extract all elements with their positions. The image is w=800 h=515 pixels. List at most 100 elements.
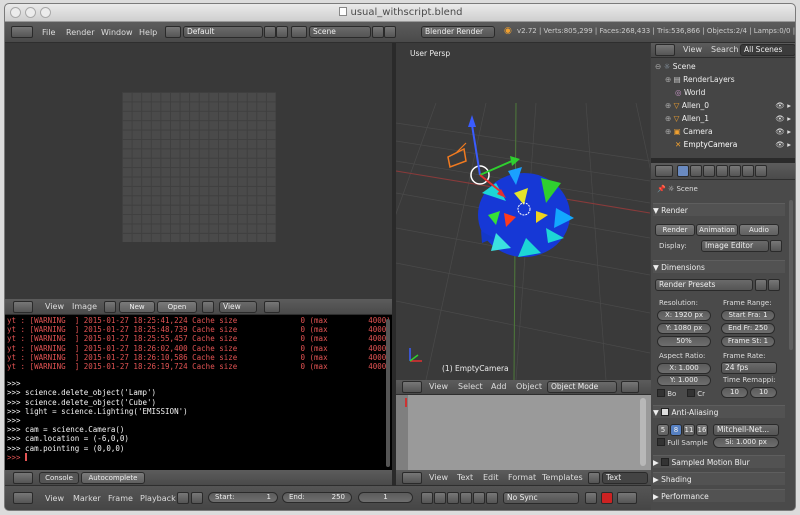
menu-3d-view[interactable]: View bbox=[429, 380, 448, 394]
menu-window[interactable]: Window bbox=[101, 25, 133, 41]
visibility-icon[interactable]: 👁 ▸ bbox=[775, 99, 791, 112]
timeline-range-icon[interactable] bbox=[191, 492, 203, 504]
shading-panel-header[interactable]: ▶ Shading bbox=[653, 472, 785, 485]
layout-add-icon[interactable] bbox=[264, 26, 276, 38]
visibility-icon[interactable]: 👁 ▸ bbox=[775, 138, 791, 151]
console-scrollbar[interactable] bbox=[386, 319, 390, 467]
record-icon[interactable] bbox=[601, 492, 613, 504]
text-editor[interactable] bbox=[396, 395, 651, 470]
end-frame-field[interactable]: End: 250 bbox=[282, 492, 352, 503]
editor-type-info-icon[interactable] bbox=[11, 26, 33, 38]
timeline-lock-icon[interactable] bbox=[177, 492, 189, 504]
data-tab-icon[interactable] bbox=[755, 165, 767, 177]
image-browse-icon[interactable] bbox=[104, 301, 116, 313]
jump-start-icon[interactable] bbox=[421, 492, 433, 504]
console-prompt[interactable]: >>> bbox=[5, 452, 392, 462]
remap-old-field[interactable]: 10 bbox=[721, 387, 748, 398]
filter-size-field[interactable]: Si: 1.000 px bbox=[713, 437, 779, 448]
menu-templates[interactable]: Templates bbox=[542, 470, 583, 486]
mode-select[interactable]: Object Mode bbox=[547, 381, 617, 393]
remap-new-field[interactable]: 10 bbox=[750, 387, 777, 398]
editor-type-properties-icon[interactable] bbox=[655, 165, 673, 177]
frame-rate-select[interactable]: 24 fps bbox=[721, 362, 777, 374]
aa-samples-16[interactable]: 16 bbox=[696, 424, 708, 436]
start-frame-field[interactable]: Start Fra: 1 bbox=[721, 310, 775, 321]
render-engine-select[interactable]: Blender Render bbox=[421, 26, 495, 38]
menu-timeline-view[interactable]: View bbox=[45, 491, 64, 507]
sync-mode-select[interactable]: No Sync bbox=[503, 492, 579, 504]
keyframe-type-icon[interactable] bbox=[585, 492, 597, 504]
menu-format[interactable]: Format bbox=[508, 470, 536, 486]
audio-button[interactable]: Audio bbox=[739, 224, 779, 236]
menu-render[interactable]: Render bbox=[66, 25, 94, 41]
performance-panel-header[interactable]: ▶ Performance bbox=[653, 489, 785, 502]
full-sample-checkbox[interactable]: Full Sample bbox=[657, 438, 708, 448]
outliner-item-scene[interactable]: ⊖ ☼ Scene bbox=[655, 60, 795, 73]
jump-next-keyframe-icon[interactable] bbox=[473, 492, 485, 504]
outliner-item-allen0[interactable]: ⊕ ▽ Allen_0 👁 ▸ bbox=[665, 99, 795, 112]
animation-button[interactable]: Animation bbox=[696, 224, 738, 236]
menu-playback[interactable]: Playback bbox=[140, 491, 176, 507]
text-scrollbar[interactable] bbox=[640, 398, 646, 466]
scene-tab-icon[interactable] bbox=[703, 165, 715, 177]
new-image-button[interactable]: New bbox=[119, 301, 155, 313]
aspect-x-field[interactable]: X: 1.000 bbox=[657, 363, 711, 374]
scene-icon[interactable] bbox=[291, 26, 307, 38]
jump-prev-keyframe-icon[interactable] bbox=[434, 492, 446, 504]
anti-aliasing-panel-header[interactable]: ▼ Anti-Aliasing bbox=[653, 405, 785, 418]
menu-help[interactable]: Help bbox=[139, 25, 157, 41]
world-tab-icon[interactable] bbox=[716, 165, 728, 177]
constraints-tab-icon[interactable] bbox=[742, 165, 754, 177]
preset-add-icon[interactable] bbox=[755, 279, 767, 291]
pin-icon[interactable]: 📌 bbox=[657, 185, 668, 193]
editor-type-console-icon[interactable] bbox=[13, 472, 33, 484]
outliner-item-emptycamera[interactable]: ✕ EmptyCamera 👁 ▸ bbox=[675, 138, 795, 151]
crop-checkbox[interactable]: Cr bbox=[687, 389, 705, 399]
layout-close-icon[interactable] bbox=[276, 26, 288, 38]
outliner-item-allen1[interactable]: ⊕ ▽ Allen_1 👁 ▸ bbox=[665, 112, 795, 125]
display-toggle-icon[interactable] bbox=[770, 240, 782, 252]
resolution-percent-field[interactable]: 50% bbox=[657, 336, 711, 347]
menu-add[interactable]: Add bbox=[491, 380, 507, 394]
editor-type-text-icon[interactable] bbox=[402, 472, 422, 484]
current-frame-field[interactable]: 1 bbox=[358, 492, 413, 503]
visibility-icon[interactable]: 👁 ▸ bbox=[775, 112, 791, 125]
viewport-shading-icon[interactable] bbox=[621, 381, 639, 393]
outliner-item-camera[interactable]: ⊕ ▣ Camera 👁 ▸ bbox=[665, 125, 795, 138]
text-browse-icon[interactable] bbox=[588, 472, 600, 484]
menu-search[interactable]: Search bbox=[711, 43, 738, 57]
motion-blur-panel-header[interactable]: ▶ Sampled Motion Blur bbox=[653, 455, 785, 468]
menu-frame[interactable]: Frame bbox=[108, 491, 133, 507]
text-datablock[interactable]: Text bbox=[602, 472, 648, 484]
outliner-item-world[interactable]: ◎ World bbox=[675, 86, 795, 99]
render-button[interactable]: Render bbox=[655, 224, 695, 236]
display-mode-select[interactable]: All Scenes bbox=[740, 44, 795, 56]
start-frame-field[interactable]: Start: 1 bbox=[208, 492, 278, 503]
aa-samples-5[interactable]: 5 bbox=[657, 424, 669, 436]
image-editor-canvas[interactable] bbox=[5, 43, 392, 299]
aa-samples-8[interactable]: 8 bbox=[670, 424, 682, 436]
menu-text[interactable]: Text bbox=[457, 470, 473, 486]
end-frame-field[interactable]: End Fr: 250 bbox=[721, 323, 775, 334]
dimensions-panel-header[interactable]: ▼ Dimensions bbox=[653, 260, 785, 273]
visibility-icon[interactable]: 👁 ▸ bbox=[775, 125, 791, 138]
editor-type-timeline-icon[interactable] bbox=[13, 492, 33, 504]
scene-select[interactable]: Scene bbox=[309, 26, 371, 38]
aa-filter-select[interactable]: Mitchell-Net... bbox=[713, 424, 779, 436]
view-select[interactable]: View bbox=[219, 301, 257, 313]
render-tab-icon[interactable] bbox=[677, 165, 689, 177]
open-image-button[interactable]: Open bbox=[157, 301, 197, 313]
render-presets-select[interactable]: Render Presets bbox=[655, 279, 753, 291]
menu-text-view[interactable]: View bbox=[429, 470, 448, 486]
properties-scrollbar[interactable] bbox=[789, 200, 793, 350]
outliner-item-renderlayers[interactable]: ⊕ ▤ RenderLayers bbox=[665, 73, 795, 86]
menu-outliner-view[interactable]: View bbox=[683, 43, 702, 57]
anti-aliasing-checkbox[interactable] bbox=[661, 408, 670, 416]
object-tab-icon[interactable] bbox=[729, 165, 741, 177]
3d-viewport[interactable]: User Persp (1) EmptyCamera bbox=[396, 43, 650, 380]
scene-close-icon[interactable] bbox=[384, 26, 396, 38]
aa-samples-11[interactable]: 11 bbox=[683, 424, 695, 436]
aspect-y-field[interactable]: Y: 1.000 bbox=[657, 375, 711, 386]
pin-icon[interactable] bbox=[202, 301, 214, 313]
jump-end-icon[interactable] bbox=[486, 492, 498, 504]
